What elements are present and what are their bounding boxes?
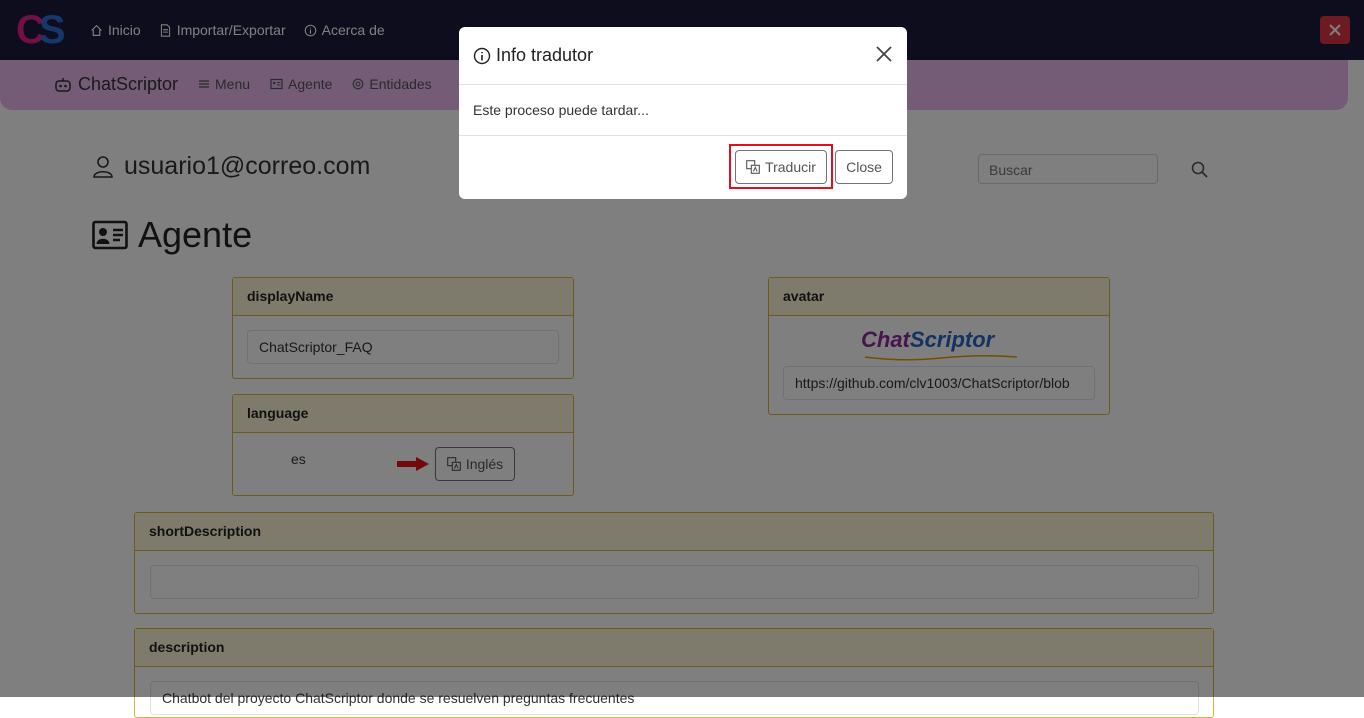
close-icon[interactable]	[875, 45, 893, 63]
modal-body: Este proceso puede tardar...	[459, 85, 907, 136]
modal-title-text: Info tradutor	[496, 45, 594, 65]
modal-header: Info tradutor	[459, 27, 907, 85]
modal-message: Este proceso puede tardar...	[473, 102, 649, 118]
translate-icon	[746, 160, 760, 174]
button-label: Close	[846, 159, 882, 175]
modal-title: Info tradutor	[473, 45, 593, 66]
translator-modal: Info tradutor Este proceso puede tardar.…	[459, 27, 907, 199]
info-icon	[473, 47, 491, 64]
close-button[interactable]: Close	[835, 150, 893, 184]
button-label: Traducir	[765, 159, 816, 175]
translate-button[interactable]: Traducir	[735, 150, 827, 184]
